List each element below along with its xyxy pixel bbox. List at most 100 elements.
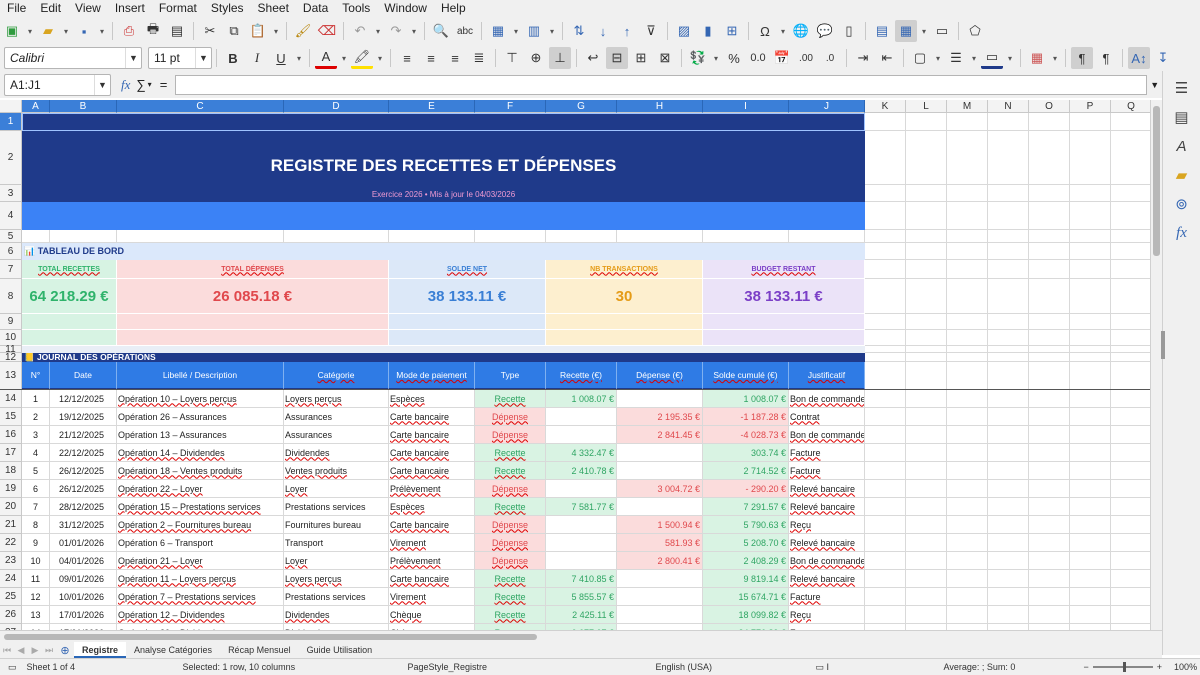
freeze-rows-columns-icon[interactable]: ▦ bbox=[895, 20, 917, 42]
empty-cell[interactable] bbox=[1029, 606, 1070, 624]
empty-cell[interactable] bbox=[1070, 314, 1111, 330]
table-cell[interactable]: Espèces bbox=[389, 498, 475, 516]
zoom-in-icon[interactable]: + bbox=[1157, 662, 1162, 672]
sort-ascending-icon[interactable]: ↓ bbox=[592, 20, 614, 42]
empty-cell[interactable] bbox=[1070, 260, 1111, 279]
open-folder-icon[interactable]: ▰ bbox=[37, 20, 59, 42]
table-cell[interactable]: Ventes produits bbox=[284, 462, 389, 480]
table-cell[interactable]: Recette bbox=[475, 390, 546, 408]
empty-cell[interactable] bbox=[1111, 408, 1150, 426]
table-cell[interactable]: Opération 12 – Dividendes bbox=[117, 606, 284, 624]
table-cell[interactable]: 7 410.85 € bbox=[546, 570, 617, 588]
sum-dropdown-icon[interactable]: ▾ bbox=[148, 80, 152, 89]
table-cell[interactable]: 19/12/2025 bbox=[50, 408, 117, 426]
empty-cell[interactable] bbox=[1111, 230, 1150, 243]
sort-icon[interactable]: ⇅ bbox=[568, 20, 590, 42]
empty-cell[interactable] bbox=[906, 552, 947, 570]
page-style[interactable]: PageStyle_Registre bbox=[408, 662, 656, 672]
row-header-17[interactable]: 17 bbox=[0, 444, 22, 462]
horizontal-scroll-thumb[interactable] bbox=[4, 634, 537, 640]
spreadsheet-grid[interactable]: A B C D E F G H I J K L M N O P Q 1 2 3 4 5 6 7 8 9 10 11 12 13 14 15 16… bbox=[0, 100, 1150, 630]
empty-cell[interactable] bbox=[906, 480, 947, 498]
table-cell[interactable]: Dépense bbox=[475, 408, 546, 426]
table-cell[interactable]: Opération 2 – Fournitures bureau bbox=[117, 516, 284, 534]
empty-cell[interactable] bbox=[1111, 534, 1150, 552]
empty-cell[interactable] bbox=[988, 606, 1029, 624]
table-cell[interactable]: Carte bancaire bbox=[389, 516, 475, 534]
define-print-area-icon[interactable]: ▤ bbox=[871, 20, 893, 42]
column-header-d[interactable]: D bbox=[284, 100, 389, 113]
empty-cell[interactable] bbox=[906, 444, 947, 462]
empty-cell[interactable] bbox=[1070, 390, 1111, 408]
empty-cell[interactable] bbox=[1111, 113, 1150, 131]
empty-cell[interactable] bbox=[988, 516, 1029, 534]
empty-cell[interactable] bbox=[988, 346, 1029, 353]
empty-cell[interactable] bbox=[988, 330, 1029, 346]
function-wizard-icon[interactable]: fx bbox=[121, 77, 130, 93]
empty-cell[interactable] bbox=[865, 202, 906, 230]
empty-cell[interactable] bbox=[865, 480, 906, 498]
empty-cell[interactable] bbox=[988, 552, 1029, 570]
empty-cell[interactable] bbox=[1111, 552, 1150, 570]
table-cell[interactable]: Contrat bbox=[789, 408, 865, 426]
empty-cell[interactable] bbox=[865, 588, 906, 606]
row-header-22[interactable]: 22 bbox=[0, 534, 22, 552]
table-cell[interactable] bbox=[546, 426, 617, 444]
empty-cell[interactable] bbox=[947, 243, 988, 260]
empty-cell[interactable] bbox=[906, 330, 947, 346]
table-cell[interactable]: 10 bbox=[22, 552, 50, 570]
column-header-e[interactable]: E bbox=[389, 100, 475, 113]
column-header-f[interactable]: F bbox=[475, 100, 546, 113]
table-header-cell[interactable]: Libellé / Description bbox=[117, 362, 284, 390]
empty-cell[interactable] bbox=[988, 230, 1029, 243]
table-cell[interactable] bbox=[617, 570, 703, 588]
table-cell[interactable]: 2 bbox=[22, 408, 50, 426]
table-cell[interactable]: Loyer bbox=[284, 480, 389, 498]
empty-cell[interactable] bbox=[389, 230, 475, 243]
text-vertical-icon[interactable]: A↕ bbox=[1128, 47, 1150, 69]
table-cell[interactable]: Loyers perçus bbox=[284, 570, 389, 588]
selection-mode-icon[interactable]: ▭ I bbox=[816, 662, 944, 673]
border-style-icon[interactable]: ☰ bbox=[945, 47, 967, 69]
table-cell[interactable]: Prélèvement bbox=[389, 552, 475, 570]
table-cell[interactable]: Reçu bbox=[789, 606, 865, 624]
cut-icon[interactable]: ✂ bbox=[199, 20, 221, 42]
borders-dropdown-icon[interactable]: ▾ bbox=[933, 47, 943, 69]
table-cell[interactable] bbox=[546, 408, 617, 426]
empty-cell[interactable] bbox=[1029, 330, 1070, 346]
empty-cell[interactable] bbox=[988, 113, 1029, 131]
menu-view[interactable]: View bbox=[68, 0, 108, 17]
empty-cell[interactable] bbox=[906, 314, 947, 330]
column-dropdown-icon[interactable]: ▾ bbox=[547, 20, 557, 42]
empty-cell[interactable] bbox=[546, 230, 617, 243]
menu-data[interactable]: Data bbox=[296, 0, 335, 17]
empty-cell[interactable] bbox=[988, 279, 1029, 314]
empty-cell[interactable] bbox=[1029, 426, 1070, 444]
empty-cell[interactable] bbox=[906, 346, 947, 353]
gallery-icon[interactable]: ▰ bbox=[1169, 162, 1195, 188]
undo-icon[interactable]: ↶ bbox=[349, 20, 371, 42]
styles-icon[interactable]: A bbox=[1169, 133, 1195, 159]
column-icon[interactable]: ▥ bbox=[523, 20, 545, 42]
chevron-down-icon[interactable]: ▼ bbox=[94, 74, 110, 95]
empty-cell[interactable] bbox=[988, 243, 1029, 260]
table-cell[interactable] bbox=[546, 534, 617, 552]
table-cell[interactable]: 2 714.52 € bbox=[703, 462, 789, 480]
table-cell[interactable]: 9 819.14 € bbox=[703, 570, 789, 588]
empty-cell[interactable] bbox=[1029, 230, 1070, 243]
empty-cell[interactable] bbox=[865, 426, 906, 444]
empty-cell[interactable] bbox=[865, 279, 906, 314]
empty-cell[interactable] bbox=[1029, 131, 1070, 185]
row-header-12[interactable]: 12 bbox=[0, 352, 22, 363]
table-cell[interactable]: Dépense bbox=[475, 426, 546, 444]
empty-cell[interactable] bbox=[1070, 444, 1111, 462]
undo-dropdown-icon[interactable]: ▾ bbox=[373, 20, 383, 42]
language[interactable]: English (USA) bbox=[656, 662, 816, 672]
table-cell[interactable]: 11 bbox=[22, 570, 50, 588]
empty-cell[interactable] bbox=[1111, 426, 1150, 444]
table-cell[interactable]: Prestations services bbox=[284, 498, 389, 516]
align-right-icon[interactable]: ≡ bbox=[444, 47, 466, 69]
tab-analyse-cat-gories[interactable]: Analyse Catégories bbox=[126, 642, 220, 658]
empty-cell[interactable] bbox=[1029, 516, 1070, 534]
empty-cell[interactable] bbox=[1111, 243, 1150, 260]
